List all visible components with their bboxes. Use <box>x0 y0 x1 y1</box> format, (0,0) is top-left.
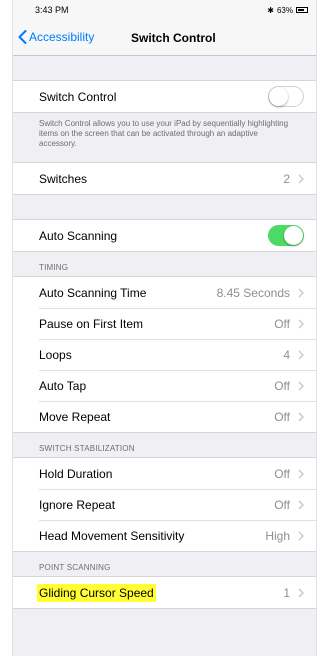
list-item-label: Head Movement Sensitivity <box>39 528 185 543</box>
auto-scanning-label: Auto Scanning <box>39 228 118 243</box>
back-button-label: Accessibility <box>29 30 95 44</box>
switch-stabilization-section-header: SWITCH STABILIZATION <box>39 444 135 453</box>
list-item-label: Move Repeat <box>39 409 111 424</box>
chevron-right-icon <box>298 288 304 297</box>
list-item-value: 4 <box>283 347 290 362</box>
chevron-right-icon <box>298 412 304 421</box>
toggle-knob <box>269 87 288 106</box>
list-item-label: Hold Duration <box>39 466 113 481</box>
list-item-label: Gliding Cursor Speed <box>37 583 156 602</box>
auto-scanning-row: Auto Scanning <box>13 220 316 251</box>
bluetooth-icon: ✱ <box>267 5 274 15</box>
point-scanning-section-header: POINT SCANNING <box>39 563 111 572</box>
list-item-label: Ignore Repeat <box>39 497 116 512</box>
settings-screen: 3:43 PM ✱ 63% Accessibility Switch Contr… <box>12 0 317 656</box>
chevron-right-icon <box>298 319 304 328</box>
list-item-value: Off <box>274 409 290 424</box>
list-item[interactable]: Hold Duration Off <box>13 458 316 489</box>
chevron-left-icon <box>18 30 27 44</box>
timing-section-header: TIMING <box>39 263 69 272</box>
list-item-value: Off <box>274 497 290 512</box>
list-item-value: 1 <box>283 585 290 600</box>
list-item[interactable]: Pause on First Item Off <box>13 308 316 339</box>
list-item[interactable]: Auto Scanning Time 8.45 Seconds <box>13 277 316 308</box>
battery-icon <box>296 7 308 13</box>
auto-scanning-group: Auto Scanning <box>13 219 316 252</box>
list-item-label: Pause on First Item <box>39 316 144 331</box>
switches-label: Switches <box>39 171 88 186</box>
list-item-value: High <box>265 528 290 543</box>
list-item-label: Loops <box>39 347 72 362</box>
switches-value: 2 <box>283 171 290 186</box>
chevron-right-icon <box>298 531 304 540</box>
chevron-right-icon <box>298 500 304 509</box>
chevron-right-icon <box>298 174 304 183</box>
list-item[interactable]: Move Repeat Off <box>13 401 316 432</box>
switch-control-group: Switch Control <box>13 80 316 113</box>
chevron-right-icon <box>298 350 304 359</box>
chevron-right-icon <box>298 588 304 597</box>
auto-scanning-toggle[interactable] <box>268 225 304 246</box>
list-item-value: Off <box>274 378 290 393</box>
status-bar: 3:43 PM ✱ 63% <box>13 0 316 20</box>
list-item[interactable]: Head Movement Sensitivity High <box>13 520 316 551</box>
page-title: Switch Control <box>131 31 216 45</box>
status-time: 3:43 PM <box>35 5 69 15</box>
battery-percent: 63% <box>276 5 293 15</box>
list-item-label: Auto Tap <box>39 378 87 393</box>
switch-control-footer: Switch Control allows you to use your iP… <box>39 119 289 148</box>
toggle-knob <box>284 226 303 245</box>
point-scanning-group: Gliding Cursor Speed 1 <box>13 576 316 609</box>
list-item-label: Auto Scanning Time <box>39 285 147 300</box>
switch-control-row: Switch Control <box>13 81 316 112</box>
switches-group: Switches 2 <box>13 162 316 195</box>
chevron-right-icon <box>298 381 304 390</box>
switch-control-label: Switch Control <box>39 89 117 104</box>
chevron-right-icon <box>298 469 304 478</box>
timing-group: Auto Scanning Time 8.45 Seconds Pause on… <box>13 276 316 433</box>
switch-control-toggle[interactable] <box>268 86 304 107</box>
switch-stabilization-group: Hold Duration Off Ignore Repeat Off Head… <box>13 457 316 552</box>
list-item-value: Off <box>274 316 290 331</box>
switches-row[interactable]: Switches 2 <box>13 163 316 194</box>
list-item[interactable]: Loops 4 <box>13 339 316 370</box>
list-item[interactable]: Auto Tap Off <box>13 370 316 401</box>
list-item-value: 8.45 Seconds <box>216 285 290 300</box>
list-item[interactable]: Ignore Repeat Off <box>13 489 316 520</box>
back-button[interactable]: Accessibility <box>13 30 94 44</box>
list-item[interactable]: Gliding Cursor Speed 1 <box>13 577 316 608</box>
list-item-value: Off <box>274 466 290 481</box>
navigation-bar: Accessibility Switch Control <box>13 20 316 56</box>
